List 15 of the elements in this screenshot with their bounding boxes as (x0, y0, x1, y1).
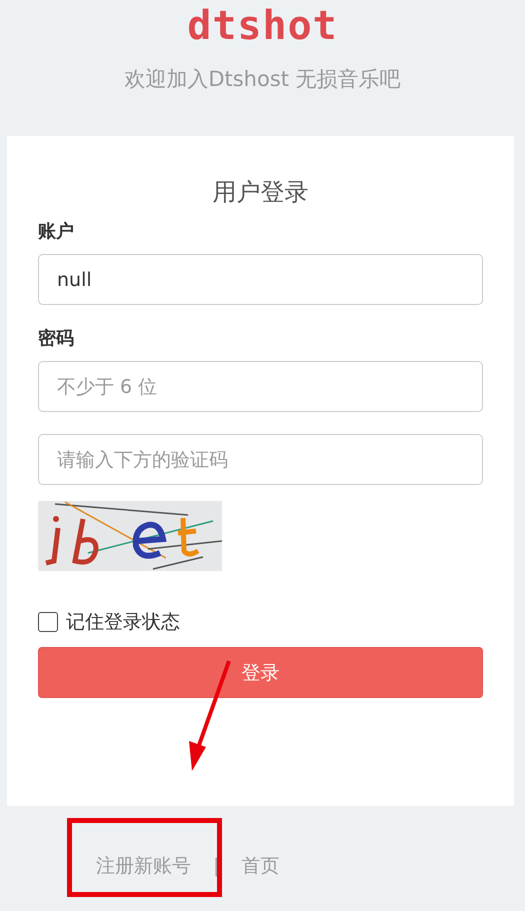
separator: | (213, 855, 220, 877)
account-field[interactable]: null (38, 254, 483, 305)
login-title: 用户登录 (212, 177, 308, 208)
remember-checkbox[interactable] (38, 612, 58, 632)
login-button[interactable]: 登录 (38, 647, 483, 698)
password-field[interactable]: 不少于 6 位 (38, 361, 483, 412)
field-label: 密码 (38, 327, 74, 351)
footer-link[interactable]: 注册新账号 (96, 853, 191, 879)
logo: dtshot (187, 2, 338, 50)
remember-label: 记住登录状态 (66, 610, 180, 635)
captcha-field[interactable]: 请输入下方的验证码 (38, 434, 483, 485)
subtitle: 欢迎加入Dtshost 无损音乐吧 (124, 66, 401, 93)
field-label: 账户 (38, 220, 74, 244)
footer-link[interactable]: 首页 (241, 853, 280, 879)
captcha-image[interactable] (38, 501, 222, 571)
